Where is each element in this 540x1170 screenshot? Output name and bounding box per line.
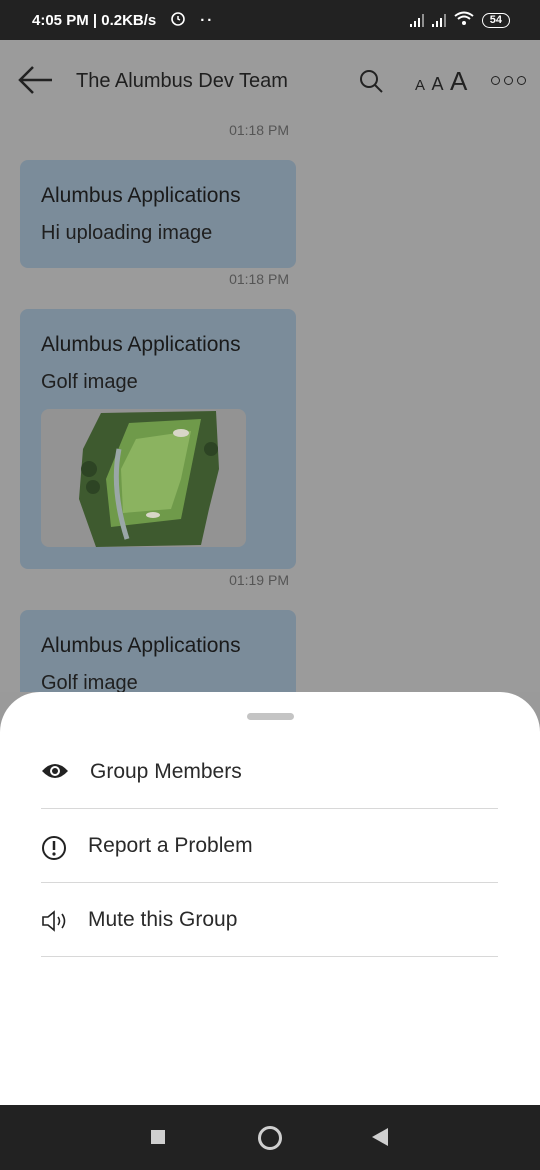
font-large-button[interactable]: A (450, 66, 467, 97)
exclamation-circle-icon (41, 835, 67, 866)
wifi-icon (454, 11, 474, 29)
message-text: Hi uploading image (41, 222, 213, 244)
sheet-item-label: Report a Problem (88, 834, 253, 857)
message-sender: Alumbus Applications (41, 333, 241, 356)
signal-icon (409, 13, 424, 27)
sheet-item-group-members[interactable]: Group Members (41, 734, 498, 809)
sheet-item-report-problem[interactable]: Report a Problem (41, 808, 498, 883)
message-text: Golf image (41, 371, 138, 393)
speaker-icon (41, 909, 69, 938)
back-arrow-icon[interactable] (16, 62, 56, 98)
status-bar: 4:05 PM | 0.2KB/s ·· 54 (0, 0, 540, 40)
home-button[interactable] (258, 1126, 282, 1150)
message-timestamp: 01:18 PM (229, 122, 289, 138)
message-sender: Alumbus Applications (41, 634, 241, 657)
search-icon[interactable] (358, 68, 384, 99)
font-small-button[interactable]: A (415, 77, 425, 94)
signal-icon (431, 13, 446, 27)
message-bubble[interactable]: Alumbus Applications Golf image (20, 309, 296, 569)
page-title: The Alumbus Dev Team (76, 70, 288, 92)
system-nav-bar (0, 1105, 540, 1170)
bottom-sheet: Group Members Report a Problem Mute this… (0, 692, 540, 1105)
chat-list[interactable]: 01:18 PM Alumbus Applications Hi uploadi… (0, 120, 540, 692)
recent-apps-button[interactable] (151, 1130, 165, 1144)
message-timestamp: 01:18 PM (229, 271, 289, 287)
clock-alarm-icon (170, 10, 186, 30)
message-sender: Alumbus Applications (41, 184, 241, 207)
font-medium-button[interactable]: A (431, 74, 443, 95)
app-bar: The Alumbus Dev Team A A A (0, 40, 540, 120)
font-size-controls: A A A (415, 66, 467, 97)
sheet-item-label: Mute this Group (88, 908, 238, 931)
back-button[interactable] (372, 1128, 388, 1146)
message-timestamp: 01:19 PM (229, 572, 289, 588)
eye-icon (41, 761, 69, 786)
golf-course-image[interactable] (41, 409, 246, 547)
sheet-drag-handle[interactable] (247, 713, 294, 720)
status-time: 4:05 PM | 0.2KB/s (32, 11, 157, 29)
sheet-item-label: Group Members (90, 760, 242, 783)
sheet-item-mute-group[interactable]: Mute this Group (41, 882, 498, 957)
more-options-icon[interactable] (491, 76, 526, 85)
battery-icon: 54 (481, 12, 510, 28)
message-bubble[interactable]: Alumbus Applications Golf image (20, 610, 296, 692)
status-dots: ·· (200, 11, 215, 29)
message-text: Golf image (41, 672, 138, 692)
message-bubble[interactable]: Alumbus Applications Hi uploading image (20, 160, 296, 268)
